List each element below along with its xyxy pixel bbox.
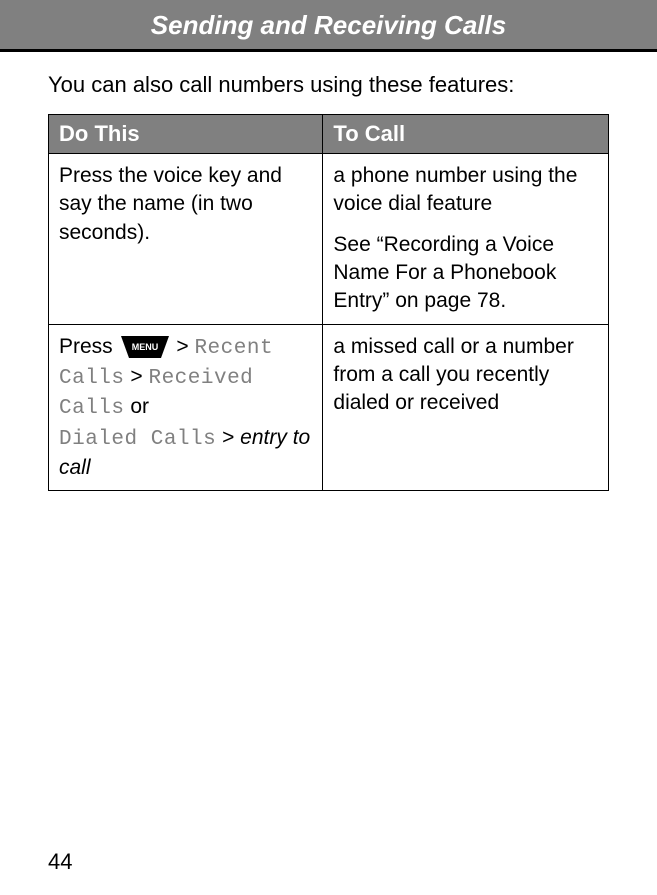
table-row: Press the voice key and say the name (in… [49, 154, 609, 325]
gt-separator: > [216, 426, 240, 449]
menu-key-icon: MENU [121, 336, 169, 358]
table-header-to-call: To Call [323, 115, 609, 154]
gt-separator: > [130, 365, 148, 388]
menu-path-dialed-calls: Dialed Calls [59, 428, 216, 451]
gt-separator: > [171, 335, 195, 358]
feature-table: Do This To Call Press the voice key and … [48, 114, 609, 491]
page-number: 44 [48, 849, 72, 875]
page-content: You can also call numbers using these fe… [0, 52, 657, 491]
menu-key-label: MENU [131, 342, 158, 352]
table-row: Press MENU > Recent Calls > Received Cal… [49, 324, 609, 491]
or-text: or [125, 395, 150, 418]
row1-right: a phone number using the voice dial feat… [323, 154, 609, 325]
row1-right-p1: a phone number using the voice dial feat… [333, 162, 598, 219]
row1-left: Press the voice key and say the name (in… [49, 154, 323, 325]
intro-text: You can also call numbers using these fe… [48, 72, 609, 98]
press-label: Press [59, 335, 119, 358]
row2-right: a missed call or a number from a call yo… [323, 324, 609, 491]
page-header: Sending and Receiving Calls [0, 0, 657, 52]
row2-left: Press MENU > Recent Calls > Received Cal… [49, 324, 323, 491]
header-title: Sending and Receiving Calls [151, 10, 506, 40]
table-header-do-this: Do This [49, 115, 323, 154]
row1-right-p2: See “Recording a Voice Name For a Phoneb… [333, 231, 598, 316]
